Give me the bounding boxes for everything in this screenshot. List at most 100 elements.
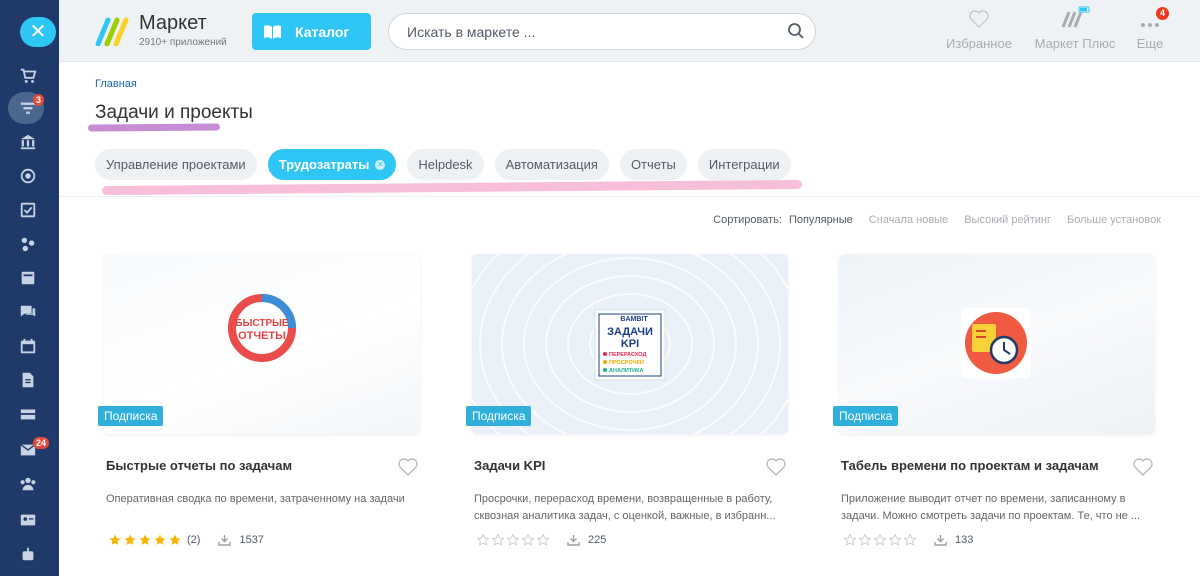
app-name[interactable]: Табель времени по проектам и задачам	[841, 458, 1099, 473]
star-icon	[124, 534, 136, 545]
market-logo-icon[interactable]	[95, 16, 129, 46]
remove-filter-icon[interactable]: ✕	[375, 159, 386, 170]
app-name[interactable]: Задачи KPI	[474, 458, 545, 473]
app-card[interactable]: БЫСТРЫЕ ОТЧЕТЫ Подписка Быстрые отчеты п…	[98, 254, 420, 564]
cart-icon[interactable]	[14, 64, 42, 88]
favorites-button[interactable]: Избранное	[945, 0, 1013, 62]
heart-icon	[969, 10, 989, 28]
close-button[interactable]: ✕	[20, 17, 56, 47]
crm-icon[interactable]	[14, 232, 42, 256]
app-meta: 133	[844, 534, 973, 546]
tab-reports[interactable]: Отчеты	[619, 149, 687, 180]
logo-item-1: ПЕРЕРАСХОД	[609, 352, 646, 358]
download-icon	[934, 535, 947, 546]
robot-icon[interactable]	[14, 542, 42, 566]
more-dots-icon	[1141, 23, 1159, 27]
app-description: Оперативная сводка по времени, затраченн…	[106, 493, 405, 505]
tab-label: Отчеты	[630, 157, 676, 172]
tab-label: Автоматизация	[505, 157, 598, 172]
rating-count: (2)	[187, 534, 201, 546]
catalog-label: Каталог	[295, 23, 350, 40]
breadcrumb[interactable]: Главная	[95, 78, 137, 90]
tab-label: Трудозатраты	[278, 157, 370, 172]
sort-newest[interactable]: Сначала новые	[869, 214, 948, 226]
bank-icon[interactable]	[14, 130, 42, 154]
favorites-label: Избранное	[946, 36, 1012, 51]
divider	[59, 196, 1200, 197]
star-icon	[844, 534, 856, 546]
download-icon	[218, 535, 232, 546]
more-badge: 4	[1156, 7, 1170, 20]
tabs-highlight-mark	[101, 179, 803, 196]
search-input[interactable]: Искать в маркете ...	[388, 13, 816, 50]
chat-icon[interactable]	[14, 300, 42, 324]
market-plus-button[interactable]: Маркет Плюс	[1030, 0, 1120, 62]
star-icon	[859, 534, 871, 546]
logo-line-2: KPI	[621, 338, 639, 350]
tab-labor-costs[interactable]: Трудозатраты ✕	[267, 149, 397, 180]
title-highlight-mark	[87, 123, 221, 132]
star-icon	[507, 534, 519, 546]
tasks-icon[interactable]	[14, 198, 42, 222]
sort-most-installs[interactable]: Больше установок	[1067, 214, 1161, 226]
page-title: Задачи и проекты	[95, 102, 253, 123]
search-icon[interactable]	[787, 22, 805, 40]
logo-line-2: ОТЧЕТЫ	[238, 330, 286, 342]
logo-subtitle: 2910+ приложений	[139, 37, 227, 48]
app-meta: (2) 1537	[109, 534, 264, 546]
market-plus-icon	[1061, 6, 1090, 28]
logo-title[interactable]: Маркет	[139, 12, 207, 35]
tab-integrations[interactable]: Интеграции	[697, 149, 791, 180]
document-icon[interactable]	[14, 368, 42, 392]
category-tabs: Управление проектами Трудозатраты ✕ Helpd…	[95, 149, 791, 180]
star-icon	[522, 534, 534, 546]
installs-count: 133	[955, 534, 974, 546]
star-icon	[477, 534, 489, 546]
installs-count: 1537	[239, 534, 264, 546]
star-icon	[492, 534, 504, 546]
app-meta: 225	[477, 534, 606, 546]
left-sidebar: ✕ 3 24	[0, 0, 59, 576]
star-icon	[889, 534, 901, 546]
star-icon	[904, 534, 916, 546]
sort-popular[interactable]: Популярные	[789, 214, 853, 226]
star-icon	[139, 534, 151, 545]
star-icon	[154, 534, 166, 545]
sort-label: Сортировать:	[713, 214, 782, 226]
favorite-heart-icon[interactable]	[398, 458, 418, 476]
calendar-icon[interactable]	[14, 334, 42, 358]
logo-item-3: АНАЛИТИКА	[609, 368, 643, 374]
subscription-badge: Подписка	[466, 406, 532, 426]
app-name[interactable]: Быстрые отчеты по задачам	[106, 458, 292, 473]
tab-label: Управление проектами	[106, 157, 246, 172]
mail-badge: 24	[33, 437, 50, 449]
rating-stars	[109, 534, 181, 546]
catalog-button[interactable]: Каталог	[252, 13, 371, 50]
app-card[interactable]: BAMBIT ЗАДАЧИ KPI ПЕРЕРАСХОД ПРОСРОЧКИ А…	[466, 254, 788, 564]
favorite-heart-icon[interactable]	[1133, 458, 1153, 476]
group-icon[interactable]	[14, 472, 42, 496]
installs: 225	[567, 534, 606, 546]
tab-helpdesk[interactable]: Helpdesk	[407, 149, 484, 180]
favorite-heart-icon[interactable]	[766, 458, 786, 476]
tab-project-management[interactable]: Управление проектами	[95, 149, 257, 180]
subscription-badge: Подписка	[833, 406, 899, 426]
app-card[interactable]: Подписка Табель времени по проектам и за…	[833, 254, 1155, 564]
star-icon	[537, 534, 549, 546]
tab-automation[interactable]: Автоматизация	[494, 149, 609, 180]
drive-icon[interactable]	[14, 402, 42, 426]
logo-item-2: ПРОСРОЧКИ	[609, 360, 644, 366]
rating-stars	[477, 534, 549, 546]
download-icon	[567, 535, 580, 546]
tab-label: Интеграции	[708, 157, 780, 172]
book-icon	[264, 24, 281, 39]
tab-label: Helpdesk	[418, 157, 473, 172]
star-icon	[169, 534, 181, 545]
feed-icon[interactable]	[14, 266, 42, 290]
installs: 1537	[218, 534, 264, 546]
more-label: Еще	[1136, 36, 1164, 51]
target-icon[interactable]	[14, 164, 42, 188]
close-icon: ✕	[29, 21, 47, 43]
sort-high-rating[interactable]: Высокий рейтинг	[964, 214, 1051, 226]
contact-card-icon[interactable]	[14, 508, 42, 532]
